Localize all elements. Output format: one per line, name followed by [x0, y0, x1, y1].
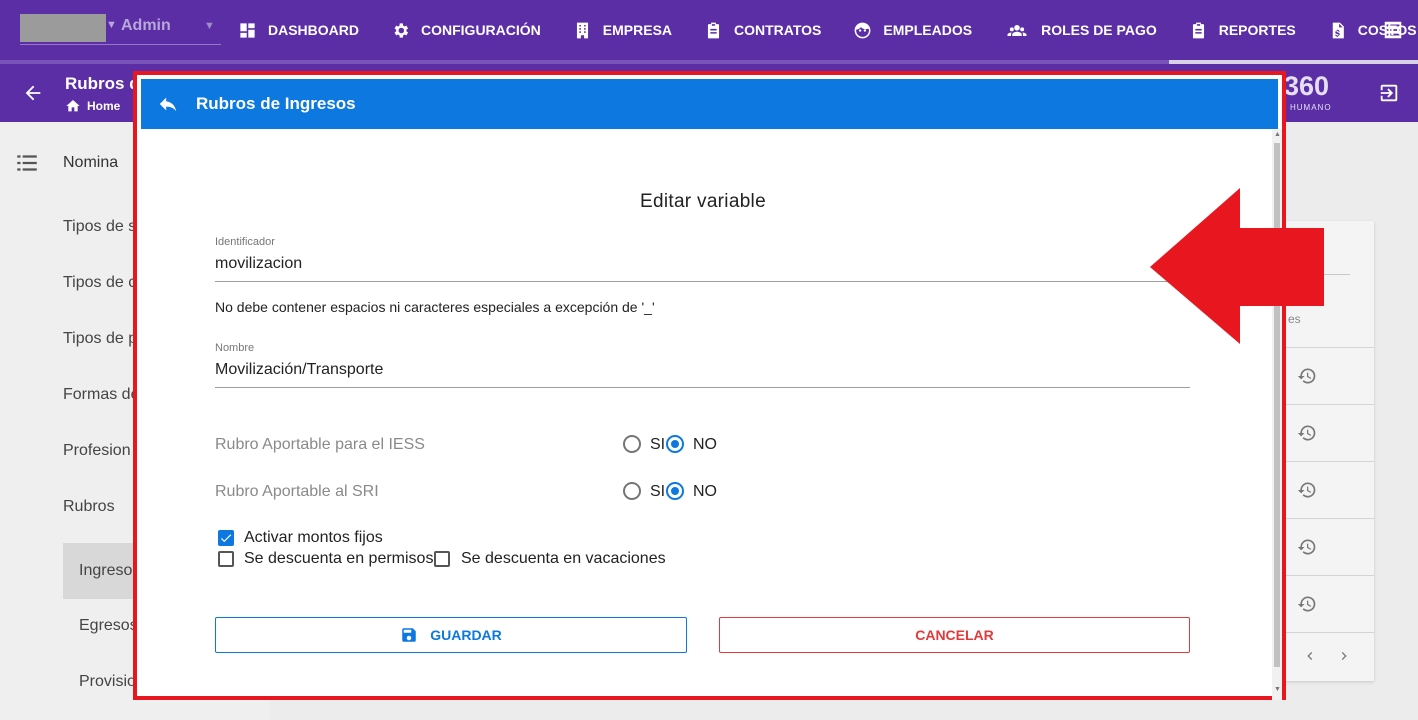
fixed-amounts-label: Activar montos fijos: [244, 529, 383, 546]
name-underline: [215, 387, 1190, 388]
iess-radio-si-label: SI: [650, 436, 666, 453]
reply-back-icon[interactable]: [157, 93, 179, 115]
save-icon: [402, 628, 416, 642]
nav-label: REPORTES: [1218, 22, 1296, 38]
save-button[interactable]: GUARDAR: [215, 617, 687, 653]
gear-icon: [394, 22, 409, 38]
list-menu-icon[interactable]: [1382, 19, 1404, 41]
top-navigation-bar: ▼ Admin ▼ DASHBOARD CONFIGURACIÓN EMPRES…: [0, 0, 1418, 60]
vacations-discount-label: Se descuenta en vacaciones: [461, 550, 666, 567]
home-icon: [66, 100, 80, 112]
breadcrumb-home: Home: [87, 99, 121, 113]
sri-radio-si[interactable]: [623, 482, 641, 500]
edit-variable-dialog: Rubros de Ingresos ▲ ▼ Editar variable I…: [133, 71, 1286, 700]
save-button-label: GUARDAR: [430, 627, 502, 643]
iess-radio-label: Rubro Aportable para el IESS: [215, 436, 425, 453]
nav-label: CONTRATOS: [734, 22, 822, 38]
nav-contratos[interactable]: CONTRATOS: [704, 21, 821, 40]
sri-radio-label: Rubro Aportable al SRI: [215, 483, 379, 500]
nav-dashboard[interactable]: DASHBOARD: [238, 21, 359, 40]
dialog-title: Rubros de Ingresos: [196, 94, 356, 113]
face-icon: [854, 22, 871, 38]
main-nav: DASHBOARD CONFIGURACIÓN EMPRESA CONTRATO…: [238, 0, 1418, 60]
breadcrumb[interactable]: Home: [65, 98, 120, 114]
list-menu-icon[interactable]: [14, 150, 40, 176]
caret-down-icon: ▼: [106, 19, 117, 31]
identifier-underline: [215, 281, 1190, 282]
cancel-button[interactable]: CANCELAR: [719, 617, 1190, 653]
sidebar-item-tipos-c[interactable]: Tipos de c: [63, 274, 136, 292]
sri-radio-no[interactable]: [666, 482, 684, 500]
name-input[interactable]: Movilización/Transporte: [215, 361, 383, 379]
iess-radio-si[interactable]: [623, 435, 641, 453]
history-icon[interactable]: [1297, 423, 1317, 443]
nav-label: CONFIGURACIÓN: [421, 22, 541, 38]
scroll-up-icon[interactable]: ▲: [1274, 131, 1281, 138]
cancel-button-label: CANCELAR: [915, 627, 994, 643]
user-name: Admin: [121, 17, 171, 34]
annotation-arrow-icon: [1150, 188, 1324, 344]
dashboard-icon: [240, 22, 255, 38]
check-icon: [220, 534, 232, 543]
history-icon[interactable]: [1297, 480, 1317, 500]
iess-radio-no[interactable]: [666, 435, 684, 453]
nav-empresa[interactable]: EMPRESA: [573, 21, 672, 40]
name-label: Nombre: [215, 342, 255, 354]
brand-subtitle: HUMANO: [1290, 103, 1332, 112]
permissions-discount-label: Se descuenta en permisos: [244, 550, 434, 567]
form-title: Editar variable: [640, 191, 766, 212]
sidebar-item-profesiones[interactable]: Profesion: [63, 442, 131, 460]
nav-configuracion[interactable]: CONFIGURACIÓN: [391, 21, 541, 40]
clipboard-icon: [1192, 22, 1204, 38]
nav-label: EMPRESA: [602, 22, 673, 38]
fixed-amounts-checkbox[interactable]: [218, 530, 234, 546]
page-title: Rubros d: [65, 74, 140, 93]
nav-label: DASHBOARD: [268, 22, 359, 38]
nav-reportes[interactable]: REPORTES: [1189, 21, 1296, 40]
avatar: [20, 14, 106, 42]
clipboard-icon: [707, 22, 720, 38]
chevron-left-icon[interactable]: [1302, 648, 1318, 664]
building-icon: [576, 22, 588, 38]
history-icon[interactable]: [1297, 594, 1317, 614]
nav-label: ROLES DE PAGO: [1041, 22, 1157, 38]
permissions-discount-checkbox[interactable]: [218, 551, 234, 567]
back-arrow-icon[interactable]: [22, 82, 44, 104]
identifier-input[interactable]: movilizacion: [215, 255, 302, 273]
chevron-right-icon[interactable]: [1336, 648, 1352, 664]
sri-radio-no-label: NO: [693, 483, 717, 500]
sidebar-item-rubros[interactable]: Rubros: [63, 498, 115, 516]
nav-empleados[interactable]: EMPLEADOS: [853, 21, 972, 40]
vacations-discount-checkbox[interactable]: [434, 551, 450, 567]
chevron-down-icon[interactable]: ▼: [204, 20, 215, 32]
people-icon: [1007, 24, 1027, 36]
history-icon[interactable]: [1297, 537, 1317, 557]
identifier-hint: No debe contener espacios ni caracteres …: [215, 299, 655, 315]
sri-radio-si-label: SI: [650, 483, 666, 500]
dollar-file-icon: [1332, 22, 1344, 38]
user-selector[interactable]: ▼ Admin ▼: [20, 12, 221, 45]
sidebar-item-tipos-p[interactable]: Tipos de p: [63, 330, 137, 348]
history-icon[interactable]: [1297, 366, 1317, 386]
sidebar-item-formas[interactable]: Formas de: [63, 386, 139, 404]
nav-label: EMPLEADOS: [883, 22, 973, 38]
nav-roles-de-pago[interactable]: ROLES DE PAGO: [1004, 21, 1157, 40]
identifier-label: Identificador: [215, 236, 275, 248]
sidebar-title: Nomina: [63, 154, 119, 171]
iess-radio-no-label: NO: [693, 436, 717, 453]
dialog-header: Rubros de Ingresos: [141, 79, 1278, 129]
logout-icon[interactable]: [1378, 82, 1400, 104]
scroll-down-icon[interactable]: ▼: [1274, 686, 1281, 693]
sidebar-item-tipos-s[interactable]: Tipos de s: [63, 218, 136, 236]
brand-logo: 360: [1284, 71, 1330, 101]
